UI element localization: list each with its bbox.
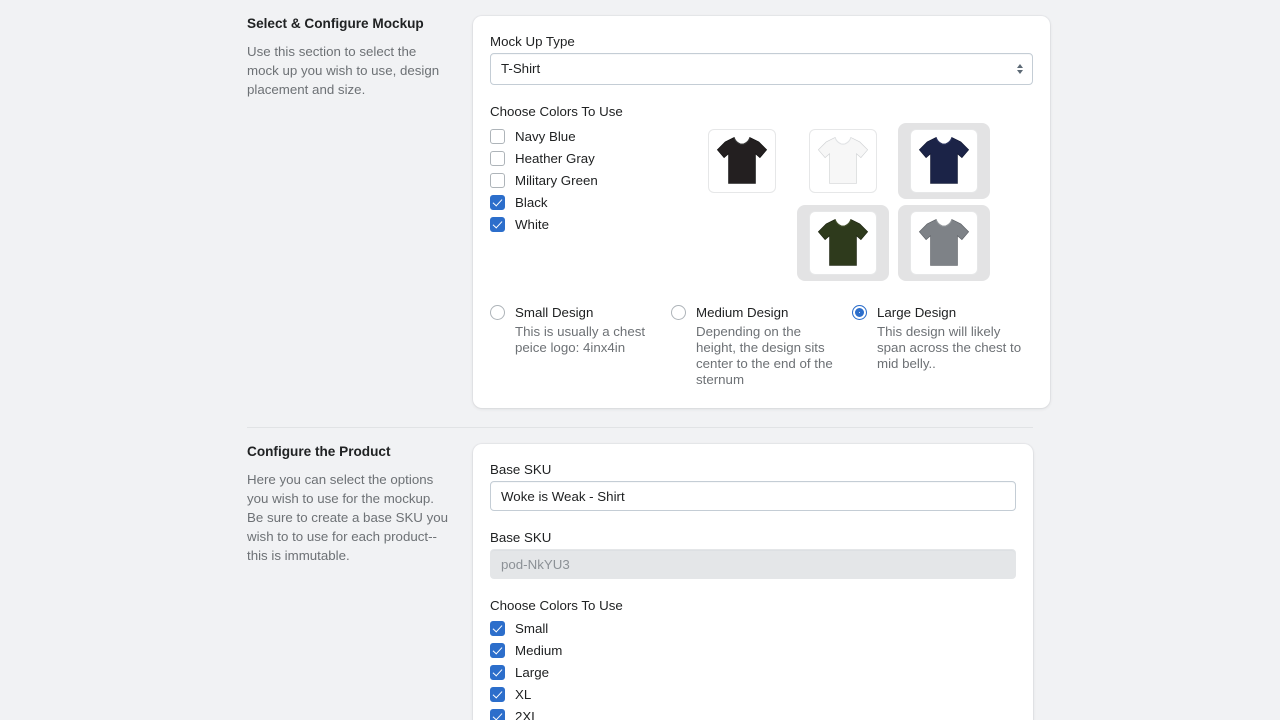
design-size-medium[interactable]: Medium Design Depending on the height, t…: [671, 305, 852, 388]
color-checkbox-list: Navy Blue Heather Gray Military Green Bl…: [490, 123, 696, 281]
design-size-radio-group: Small Design This is usually a chest pei…: [490, 305, 1033, 388]
mockup-card: Mock Up Type T-Shirt Choose Colors To Us…: [473, 16, 1050, 408]
radio-icon[interactable]: [671, 305, 686, 320]
section-configure-product: Configure the Product Here you can selec…: [247, 428, 1033, 720]
design-size-help: Depending on the height, the design sits…: [696, 324, 833, 387]
colors-and-swatches: Navy Blue Heather Gray Military Green Bl…: [490, 123, 1033, 281]
swatch-military-green[interactable]: [797, 205, 889, 281]
section-2-description: Here you can select the options you wish…: [247, 472, 449, 563]
color-option-white[interactable]: White: [490, 213, 696, 235]
color-option-navy-blue[interactable]: Navy Blue: [490, 125, 696, 147]
tshirt-icon: [817, 218, 869, 266]
section-1-aside: Select & Configure Mockup Use this secti…: [247, 16, 473, 99]
size-option-xl[interactable]: XL: [490, 683, 1016, 705]
tshirt-icon: [817, 136, 869, 184]
base-sku-readonly-input: [490, 549, 1016, 579]
checkbox-checked-icon[interactable]: [490, 642, 505, 658]
swatch-row-2: [797, 205, 998, 281]
size-label: Large: [515, 664, 550, 680]
section-1-title: Select & Configure Mockup: [247, 16, 424, 31]
section-2-aside: Configure the Product Here you can selec…: [247, 444, 473, 565]
page-root: Select & Configure Mockup Use this secti…: [0, 0, 1280, 720]
swatch-row-1: [696, 123, 998, 199]
radio-head[interactable]: Medium Design: [671, 305, 842, 320]
color-option-military-green[interactable]: Military Green: [490, 169, 696, 191]
tshirt-icon: [918, 218, 970, 266]
base-sku-input[interactable]: [490, 481, 1016, 511]
choose-sizes-label: Choose Colors To Use: [490, 598, 623, 613]
mockup-type-label: Mock Up Type: [490, 34, 575, 49]
checkbox-checked-icon[interactable]: [490, 664, 505, 680]
radio-head[interactable]: Small Design: [490, 305, 661, 320]
size-option-2xl[interactable]: 2XL: [490, 705, 1016, 720]
checkbox-checked-icon[interactable]: [490, 686, 505, 702]
size-option-small[interactable]: Small: [490, 617, 1016, 639]
color-option-black[interactable]: Black: [490, 191, 696, 213]
swatch-heather-gray[interactable]: [898, 205, 990, 281]
tshirt-icon: [716, 136, 768, 184]
color-label: Black: [515, 194, 548, 210]
mockup-type-select[interactable]: T-Shirt: [490, 53, 1033, 85]
color-label: Navy Blue: [515, 128, 576, 144]
size-option-large[interactable]: Large: [490, 661, 1016, 683]
size-label: Small: [515, 620, 549, 636]
size-label: XL: [515, 686, 532, 702]
checkbox-checked-icon[interactable]: [490, 620, 505, 636]
base-sku-label: Base SKU: [490, 462, 552, 477]
checkbox-icon[interactable]: [490, 128, 505, 144]
design-size-small[interactable]: Small Design This is usually a chest pei…: [490, 305, 671, 388]
radio-selected-icon[interactable]: [852, 305, 867, 320]
design-size-label: Small Design: [515, 305, 594, 320]
swatch-grid: [696, 123, 998, 281]
swatch-navy-blue[interactable]: [898, 123, 990, 199]
design-size-large[interactable]: Large Design This design will likely spa…: [852, 305, 1033, 388]
color-label: Military Green: [515, 172, 598, 188]
size-label: Medium: [515, 642, 563, 658]
size-checkbox-list: Small Medium Large XL 2XL: [490, 617, 1016, 720]
swatch-white[interactable]: [797, 123, 889, 199]
swatch-tile: [910, 129, 978, 193]
design-size-label: Large Design: [877, 305, 957, 320]
tshirt-icon: [918, 136, 970, 184]
checkbox-checked-icon[interactable]: [490, 216, 505, 232]
content-column: Select & Configure Mockup Use this secti…: [247, 0, 1050, 720]
size-label: 2XL: [515, 708, 539, 720]
swatch-tile: [809, 211, 877, 275]
size-option-medium[interactable]: Medium: [490, 639, 1016, 661]
color-label: White: [515, 216, 549, 232]
design-size-label: Medium Design: [696, 305, 789, 320]
radio-head[interactable]: Large Design: [852, 305, 1023, 320]
color-label: Heather Gray: [515, 150, 595, 166]
checkbox-icon[interactable]: [490, 172, 505, 188]
swatch-tile: [809, 129, 877, 193]
color-option-heather-gray[interactable]: Heather Gray: [490, 147, 696, 169]
choose-colors-label: Choose Colors To Use: [490, 104, 623, 119]
radio-icon[interactable]: [490, 305, 505, 320]
design-size-help: This design will likely span across the …: [877, 324, 1022, 371]
product-card: Base SKU Base SKU Choose Colors To Use S…: [473, 444, 1033, 720]
base-sku-readonly-label: Base SKU: [490, 530, 552, 545]
checkbox-checked-icon[interactable]: [490, 194, 505, 210]
section-1-description: Use this section to select the mock up y…: [247, 44, 440, 97]
section-2-title: Configure the Product: [247, 444, 391, 459]
swatch-tile: [910, 211, 978, 275]
swatch-black[interactable]: [696, 123, 788, 199]
checkbox-icon[interactable]: [490, 150, 505, 166]
swatch-tile: [708, 129, 776, 193]
checkbox-checked-icon[interactable]: [490, 708, 505, 720]
section-select-configure-mockup: Select & Configure Mockup Use this secti…: [247, 0, 1050, 408]
design-size-help: This is usually a chest peice logo: 4inx…: [515, 324, 646, 355]
mockup-type-select-wrap[interactable]: T-Shirt: [490, 53, 1033, 85]
